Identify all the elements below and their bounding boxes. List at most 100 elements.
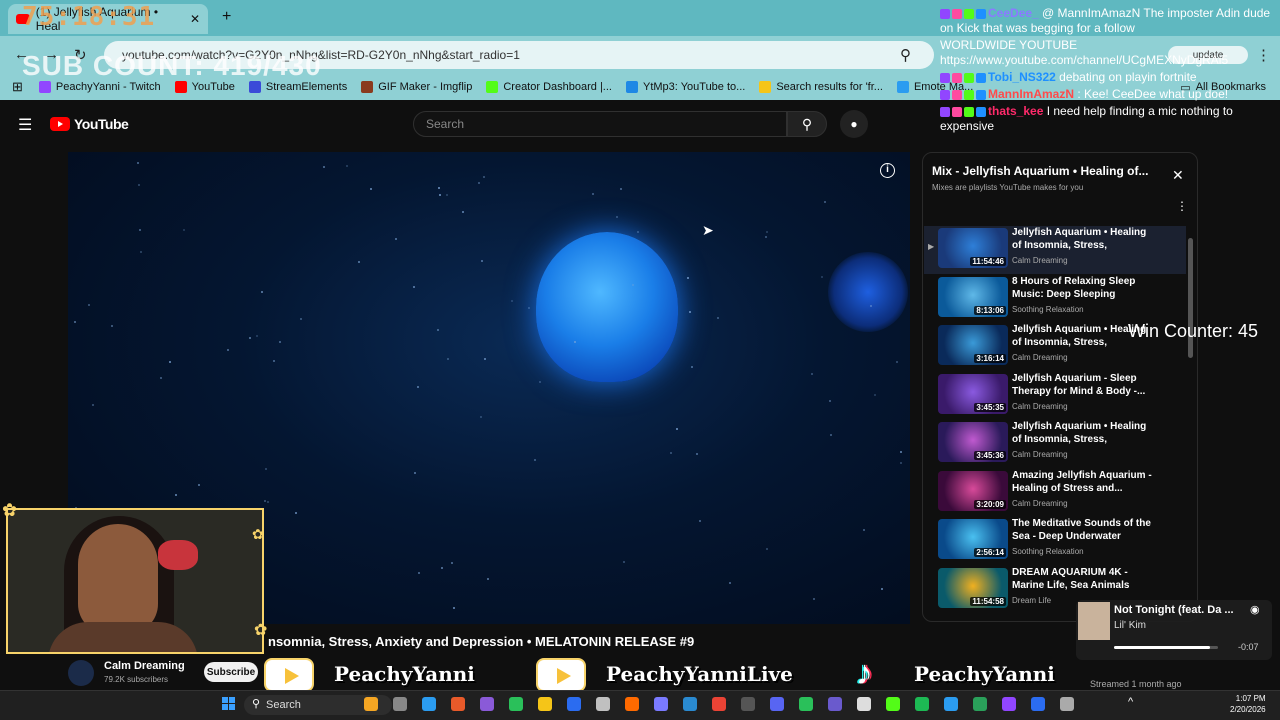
search-button[interactable]: ⚲ — [787, 111, 827, 137]
video-thumbnail[interactable]: 3:45:36 — [938, 422, 1008, 462]
particle — [136, 161, 139, 164]
particle — [73, 321, 76, 324]
chat-badge-icon — [964, 106, 974, 117]
taskbar-app-icon[interactable] — [596, 697, 610, 711]
particle — [174, 494, 177, 497]
system-clock[interactable]: 1:07 PM 2/20/2026 — [1230, 693, 1266, 715]
taskbar-app-icon[interactable] — [509, 697, 523, 711]
taskbar-app-icon[interactable] — [538, 697, 552, 711]
video-thumbnail[interactable]: 3:20:09 — [938, 470, 1008, 511]
more-options-icon[interactable]: ⋮ — [1176, 199, 1188, 213]
taskbar-app-icon[interactable] — [1002, 697, 1016, 711]
windows-start-icon[interactable] — [222, 697, 236, 711]
close-playlist-icon[interactable]: ✕ — [1172, 167, 1184, 184]
particle — [266, 501, 269, 504]
taskbar-app-icon[interactable] — [393, 697, 407, 711]
info-icon[interactable]: i — [880, 163, 895, 178]
video-thumbnail[interactable]: 11:54:46 — [938, 228, 1008, 268]
playlist-item[interactable]: ▶ 11:54:46 Jellyfish Aquarium • Healing of… — [924, 226, 1186, 274]
taskbar-app-icon[interactable] — [1060, 697, 1074, 711]
microphone-icon: ● — [850, 117, 858, 131]
video-thumbnail[interactable]: 11:54:58 — [938, 567, 1008, 608]
flower-decoration-icon: ✿ — [2, 500, 18, 520]
particle — [414, 472, 417, 475]
video-title: nsomnia, Stress, Anxiety and Depression … — [268, 634, 695, 649]
chat-badge-icon — [952, 72, 962, 83]
bookmark-item[interactable]: GIF Maker - Imgflip — [361, 81, 472, 93]
voice-search-button[interactable]: ● — [840, 110, 868, 138]
particle — [829, 400, 832, 403]
taskbar-app-icon[interactable] — [828, 697, 842, 711]
new-tab-button[interactable]: + — [222, 8, 231, 26]
hamburger-menu-icon[interactable]: ☰ — [18, 115, 32, 135]
playlist-item[interactable]: 8:13:06 8 Hours of Relaxing Sleep Music: … — [924, 275, 1186, 323]
playlist-item-title: Jellyfish Aquarium • Healing of Insomnia… — [1012, 421, 1147, 445]
channel-name[interactable]: Calm Dreaming — [104, 660, 185, 672]
taskbar-app-icon[interactable] — [364, 697, 378, 711]
taskbar-app-icon[interactable] — [857, 697, 871, 711]
taskbar-app-icon[interactable] — [451, 697, 465, 711]
taskbar-app-icon[interactable] — [770, 697, 784, 711]
taskbar-app-icon[interactable] — [625, 697, 639, 711]
chat-username: MannImAmazN — [988, 87, 1075, 101]
video-thumbnail[interactable]: 8:13:06 — [938, 276, 1008, 317]
video-duration: 11:54:58 — [970, 596, 1006, 606]
playlist-item[interactable]: 3:45:36 Jellyfish Aquarium • Healing of I… — [924, 420, 1186, 468]
playlist-item-title: The Meditative Sounds of the Sea - Deep … — [1012, 518, 1151, 542]
channel-subscribers: 79.2K subscribers — [104, 675, 169, 684]
bookmark-item[interactable]: Search results for 'fr... — [759, 81, 883, 93]
taskbar-app-icon[interactable] — [480, 697, 494, 711]
taskbar-app-icon[interactable] — [973, 697, 987, 711]
bookmark-item[interactable]: PeachyYanni - Twitch — [38, 81, 161, 93]
taskbar-app-icon[interactable] — [683, 697, 697, 711]
windows-taskbar — [0, 690, 1280, 720]
taskbar-app-icon[interactable] — [741, 697, 755, 711]
chat-text: : Kee! CeeDee what up doe! — [1074, 87, 1229, 101]
particle — [248, 336, 251, 339]
bookmark-item[interactable]: StreamElements — [248, 81, 347, 93]
particle — [873, 393, 876, 396]
playlist-item-title: Amazing Jellyfish Aquarium - Healing of … — [1012, 469, 1152, 494]
subscribe-button[interactable]: Subscribe — [204, 662, 258, 682]
bookmark-item[interactable]: YtMp3: YouTube to... — [625, 81, 745, 93]
particle — [418, 572, 421, 575]
chat-message: thats_kee I need help finding a mic noth… — [940, 104, 1280, 134]
taskbar-app-icon[interactable] — [799, 697, 813, 711]
particle — [182, 229, 185, 232]
particle — [484, 358, 487, 361]
tray-chevron-icon[interactable]: ^ — [1128, 696, 1133, 708]
brand-name-3: PeachyYanni — [914, 662, 1055, 686]
playlist-item[interactable]: 3:20:09 Amazing Jellyfish Aquarium - Heal… — [924, 469, 1186, 517]
search-icon: ⚲ — [801, 115, 813, 132]
particle — [481, 260, 484, 263]
taskbar-app-icon[interactable] — [712, 697, 726, 711]
video-thumbnail[interactable]: 2:56:14 — [938, 519, 1008, 559]
taskbar-app-icon[interactable] — [1031, 697, 1045, 711]
chat-badge-icon — [976, 72, 986, 83]
chat-username: CeeDee_ — [988, 6, 1039, 20]
youtube-logo[interactable]: YouTube — [50, 116, 129, 132]
particle — [676, 428, 679, 431]
taskbar-app-icon[interactable] — [944, 697, 958, 711]
search-input[interactable]: Search — [413, 111, 787, 137]
taskbar-app-icon[interactable] — [915, 697, 929, 711]
bookmark-item[interactable]: YouTube — [174, 81, 235, 93]
taskbar-app-icon[interactable] — [422, 697, 436, 711]
particle — [695, 452, 698, 455]
streamer-shirt — [48, 622, 198, 652]
video-thumbnail[interactable]: 3:45:35 — [938, 373, 1008, 414]
particle — [820, 276, 823, 279]
particle — [446, 358, 449, 361]
playlist-item[interactable]: 3:45:35 Jellyfish Aquarium - Sleep Therap… — [924, 372, 1186, 420]
channel-avatar[interactable] — [68, 660, 94, 686]
taskbar-app-icon[interactable] — [654, 697, 668, 711]
close-tab-icon[interactable]: ✕ — [190, 12, 200, 26]
zoom-icon[interactable]: ⚲ — [900, 46, 911, 64]
bookmark-item[interactable]: Creator Dashboard |... — [486, 81, 612, 93]
particle — [538, 381, 541, 383]
taskbar-app-icon[interactable] — [886, 697, 900, 711]
taskbar-app-icon[interactable] — [567, 697, 581, 711]
playlist-item-channel: Soothing Relaxation — [1012, 304, 1084, 314]
playlist-item[interactable]: 2:56:14 The Meditative Sounds of the Sea … — [924, 517, 1186, 565]
video-thumbnail[interactable]: 3:16:14 — [938, 325, 1008, 365]
